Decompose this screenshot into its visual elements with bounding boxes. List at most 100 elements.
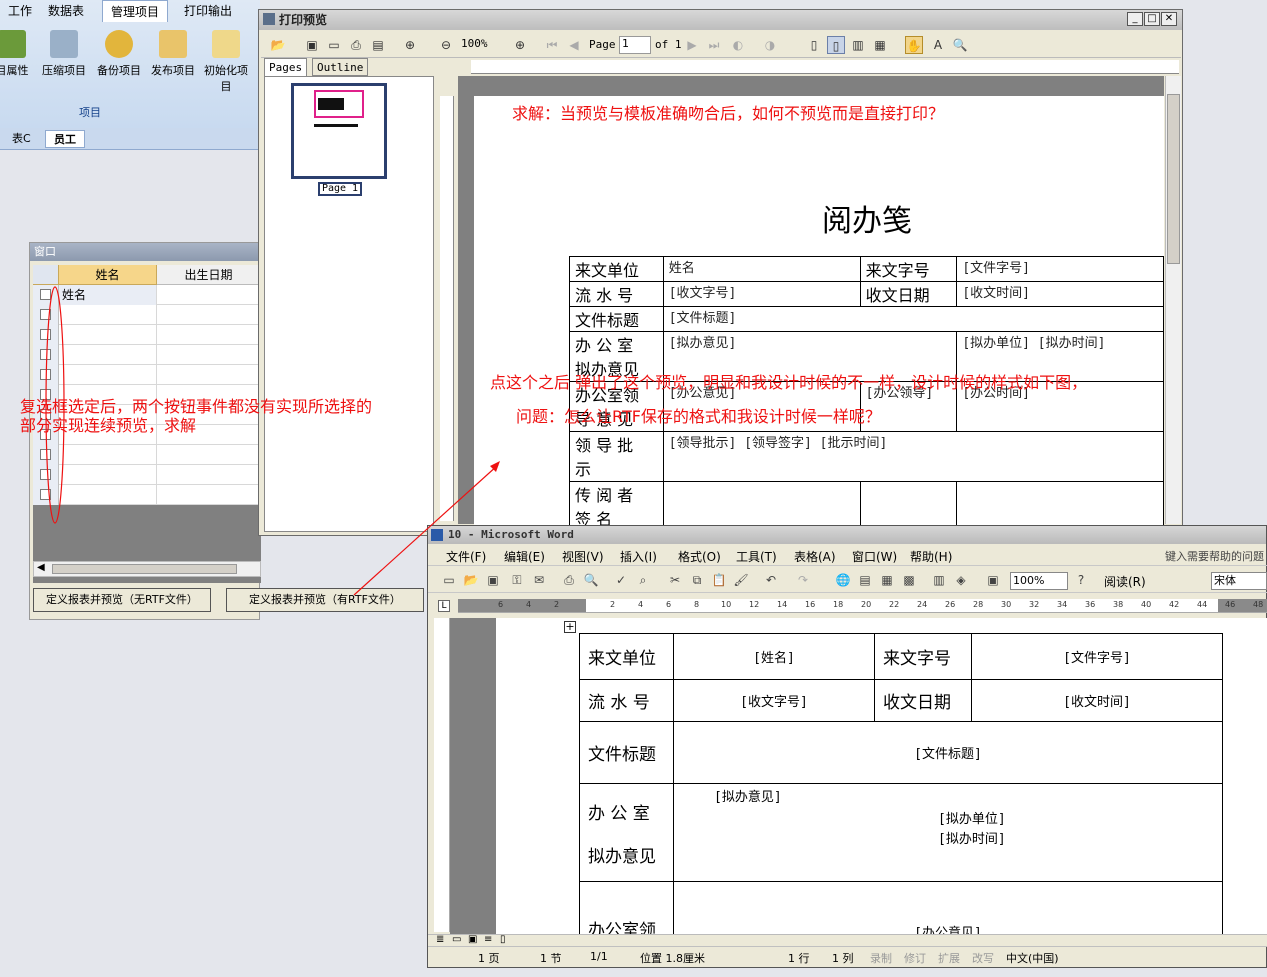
print-icon[interactable]: ⎙: [347, 36, 365, 54]
format-painter-icon[interactable]: 🖌: [732, 571, 750, 589]
insert-excel-icon[interactable]: ▩: [900, 571, 918, 589]
status-track[interactable]: 修订: [904, 950, 926, 966]
preview-vertical-scrollbar[interactable]: [1165, 76, 1181, 524]
ribbon-tab-datatable[interactable]: 数据表: [40, 0, 92, 22]
open-icon[interactable]: 📂: [269, 36, 287, 54]
drawing-icon[interactable]: ◈: [952, 571, 970, 589]
zoom-fit-icon[interactable]: ⊕: [511, 36, 529, 54]
minimize-icon[interactable]: _: [1127, 12, 1143, 26]
scroll-left-icon[interactable]: ◀: [37, 562, 45, 573]
doc-tab-table-c[interactable]: 表C: [4, 130, 39, 148]
menu-edit[interactable]: 编辑(E): [504, 548, 545, 565]
cell-name[interactable]: 姓名: [59, 285, 157, 305]
scroll-thumb[interactable]: [1167, 94, 1180, 264]
document-map-icon[interactable]: ▣: [984, 571, 1002, 589]
tables-borders-icon[interactable]: ▤: [856, 571, 874, 589]
tab-pages[interactable]: Pages: [264, 58, 308, 76]
ribbon-tab-work[interactable]: 工作: [0, 0, 40, 22]
spelling-icon[interactable]: ✓: [612, 571, 630, 589]
normal-view-icon[interactable]: ≣: [436, 934, 444, 945]
save-icon[interactable]: ▣: [303, 36, 321, 54]
permission-icon[interactable]: ⚿: [508, 571, 526, 589]
tab-outline[interactable]: Outline: [312, 58, 369, 76]
value-serial: [收文字号]: [673, 679, 875, 722]
print-layout-icon[interactable]: ▣: [468, 934, 477, 945]
forward-icon[interactable]: ◑: [761, 36, 779, 54]
columns-icon[interactable]: ▥: [930, 571, 948, 589]
close-icon[interactable]: ✕: [1161, 12, 1177, 26]
reading-view-icon[interactable]: ▯: [500, 934, 506, 945]
ribbon-btn-properties[interactable]: 目属性: [0, 28, 38, 90]
web-view-icon[interactable]: ▭: [452, 934, 461, 945]
insert-table-icon[interactable]: ▦: [878, 571, 896, 589]
redo-icon[interactable]: ↷: [794, 571, 812, 589]
value-receive-date: [收文时间]: [971, 679, 1223, 722]
grid-header-name[interactable]: 姓名: [59, 265, 157, 285]
label-source-unit: 来文单位: [569, 256, 664, 282]
page-input[interactable]: 1: [619, 36, 651, 54]
menu-window[interactable]: 窗口(W): [852, 548, 897, 565]
text-select-icon[interactable]: A: [929, 36, 947, 54]
read-mode-button[interactable]: 阅读(R): [1104, 573, 1146, 590]
menu-format[interactable]: 格式(O): [678, 548, 721, 565]
status-page: 1 页: [478, 952, 500, 965]
first-page-icon[interactable]: ⏮: [543, 36, 561, 54]
zoom-in-icon[interactable]: ⊕: [401, 36, 419, 54]
publish-icon: [159, 30, 187, 58]
doc-tab-staff[interactable]: 员工: [45, 130, 85, 148]
status-record[interactable]: 录制: [870, 950, 892, 966]
print-preview-icon[interactable]: 🔍: [582, 571, 600, 589]
status-line: 1 行: [788, 952, 810, 965]
maximize-icon[interactable]: □: [1144, 12, 1160, 26]
cut-icon[interactable]: ✂: [666, 571, 684, 589]
grid-header-birthdate[interactable]: 出生日期: [157, 265, 261, 285]
two-page-icon[interactable]: ▥: [849, 36, 867, 54]
hyperlink-icon[interactable]: 🌐: [834, 571, 852, 589]
preview-canvas[interactable]: 求解：当预览与模板准确吻合后，如何不预览而是直接打印？ 阅办笺 来文单位 姓名 来文…: [458, 76, 1164, 526]
status-overtype[interactable]: 改写: [972, 950, 994, 966]
next-page-icon[interactable]: ▶: [683, 36, 701, 54]
print-icon[interactable]: ⎙: [560, 571, 578, 589]
single-page-icon[interactable]: ▯: [805, 36, 823, 54]
word-document-area[interactable]: + 来文单位 [姓名] 来文字号 [文件字号] 流 水 号 [收文字号] 收文日期 [收文时…: [450, 618, 1267, 934]
zoom-select[interactable]: 100%: [1010, 572, 1068, 590]
zoom-out-icon[interactable]: ⊖: [437, 36, 455, 54]
grid-horizontal-scrollbar[interactable]: ◀: [33, 561, 261, 577]
menu-view[interactable]: 视图(V): [562, 548, 604, 565]
menu-help[interactable]: 帮助(H): [910, 548, 952, 565]
page-thumbnail[interactable]: [291, 83, 387, 179]
menu-table[interactable]: 表格(A): [794, 548, 836, 565]
table-move-handle-icon[interactable]: +: [564, 621, 576, 633]
print-setup-icon[interactable]: ▤: [369, 36, 387, 54]
menu-tools[interactable]: 工具(T): [736, 548, 777, 565]
status-extend[interactable]: 扩展: [938, 950, 960, 966]
last-page-icon[interactable]: ⏭: [705, 36, 723, 54]
help-icon[interactable]: ?: [1072, 571, 1090, 589]
font-select[interactable]: 宋体: [1211, 572, 1267, 590]
copy-icon[interactable]: ⧉: [688, 571, 706, 589]
ribbon-btn-compress[interactable]: 压缩项目: [38, 28, 90, 90]
outline-view-icon[interactable]: ≡: [484, 934, 492, 945]
undo-icon[interactable]: ↶: [762, 571, 780, 589]
zoom-select[interactable]: 100%: [461, 37, 505, 53]
ribbon-tab-manage[interactable]: 管理项目: [102, 0, 169, 22]
ribbon-btn-init[interactable]: 初始化项目: [203, 28, 249, 93]
new-page-icon[interactable]: ▭: [325, 36, 343, 54]
ribbon-tab-print[interactable]: 打印输出: [176, 0, 240, 22]
paste-icon[interactable]: 📋: [710, 571, 728, 589]
continuous-page-icon[interactable]: ▯: [827, 36, 845, 54]
preview-no-rtf-button[interactable]: 定义报表并预览（无RTF文件）: [33, 588, 211, 612]
research-icon[interactable]: ⌕: [634, 571, 652, 589]
help-search-box[interactable]: 键入需要帮助的问题: [1165, 548, 1264, 564]
hand-tool-icon[interactable]: ✋: [905, 36, 923, 54]
email-icon[interactable]: ✉: [530, 571, 548, 589]
find-icon[interactable]: 🔍: [951, 36, 969, 54]
back-icon[interactable]: ◐: [729, 36, 747, 54]
ribbon-btn-backup[interactable]: 备份项目: [93, 28, 145, 90]
ribbon-btn-publish[interactable]: 发布项目: [147, 28, 199, 90]
menu-insert[interactable]: 插入(I): [620, 548, 657, 565]
properties-icon: [0, 30, 26, 58]
prev-page-icon[interactable]: ◀: [565, 36, 583, 54]
scroll-thumb[interactable]: [52, 564, 237, 574]
multi-page-icon[interactable]: ▦: [871, 36, 889, 54]
